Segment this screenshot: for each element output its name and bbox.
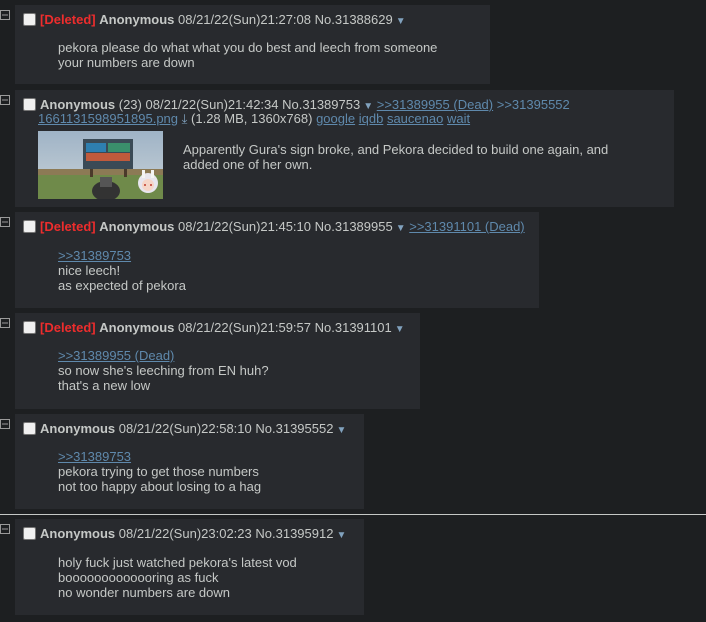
message-line: Apparently Gura's sign broke, and Pekora… [183, 142, 609, 157]
post: [Deleted] Anonymous 08/21/22(Sun)21:59:5… [15, 313, 420, 410]
chevron-down-icon[interactable]: ▼ [336, 425, 346, 436]
hide-post-icon[interactable] [0, 419, 10, 429]
hide-post-icon[interactable] [0, 524, 10, 534]
post-message: >>31389753 pekora trying to get those nu… [58, 449, 261, 494]
post-checkbox[interactable] [23, 98, 36, 111]
post-checkbox[interactable] [23, 527, 36, 540]
message-line: your numbers are down [58, 55, 195, 70]
post: Anonymous (23) 08/21/22(Sun)21:42:34 No.… [15, 90, 674, 208]
quote-link[interactable]: >>31389955 (Dead) [58, 348, 269, 363]
post-info: [Deleted] Anonymous 08/21/22(Sun)21:27:0… [23, 12, 406, 28]
post-number[interactable]: No.31395912 [255, 526, 333, 541]
quote-link[interactable]: >>31389753 [58, 248, 186, 263]
poster-id: (23) [118, 97, 142, 112]
message-line: as expected of pekora [58, 278, 186, 293]
post-checkbox[interactable] [23, 220, 36, 233]
hide-post-icon[interactable] [0, 10, 10, 20]
message-line: pekora please do what what you do best a… [58, 40, 438, 55]
hide-post-icon[interactable] [0, 318, 10, 328]
deleted-label: [Deleted] [40, 219, 96, 234]
hide-post-icon[interactable] [0, 95, 10, 105]
poster-name: Anonymous [40, 526, 116, 541]
post-message: holy fuck just watched pekora's latest v… [58, 555, 297, 600]
post-datetime: 08/21/22(Sun)21:59:57 [178, 320, 311, 335]
google-link[interactable]: google [316, 111, 355, 126]
poster-name: Anonymous [99, 219, 175, 234]
post-number[interactable]: No.31389955 [315, 219, 393, 234]
message-line: so now she's leeching from EN huh? [58, 363, 269, 378]
post-message: >>31389753 nice leech! as expected of pe… [58, 248, 186, 293]
message-line: not too happy about losing to a hag [58, 479, 262, 494]
post-message: >>31389955 (Dead) so now she's leeching … [58, 348, 269, 393]
chevron-down-icon[interactable]: ▼ [396, 16, 406, 27]
post-checkbox[interactable] [23, 13, 36, 26]
poster-name: Anonymous [40, 421, 116, 436]
post: [Deleted] Anonymous 08/21/22(Sun)21:45:1… [15, 212, 539, 309]
chevron-down-icon[interactable]: ▼ [336, 530, 346, 541]
post-datetime: 08/21/22(Sun)22:58:10 [118, 421, 252, 436]
post-info: Anonymous 08/21/22(Sun)22:58:10 No.31395… [23, 421, 346, 437]
post-datetime: 08/21/22(Sun)21:42:34 [145, 97, 279, 112]
post: Anonymous 08/21/22(Sun)23:02:23 No.31395… [15, 519, 364, 616]
post: [Deleted] Anonymous 08/21/22(Sun)21:27:0… [15, 5, 490, 85]
poster-name: Anonymous [99, 320, 175, 335]
post-datetime: 08/21/22(Sun)23:02:23 [118, 526, 252, 541]
chevron-down-icon[interactable]: ▼ [395, 324, 405, 335]
poster-name: Anonymous [40, 97, 116, 112]
poster-name: Anonymous [99, 12, 175, 27]
post-number[interactable]: No.31388629 [315, 12, 393, 27]
file-meta: (1.28 MB, 1360x768) [191, 111, 313, 126]
post-message: Apparently Gura's sign broke, and Pekora… [183, 142, 608, 172]
thumbnail-image[interactable] [38, 131, 163, 199]
saucenao-link[interactable]: saucenao [387, 111, 443, 126]
post-number[interactable]: No.31389753 [282, 97, 360, 112]
deleted-label: [Deleted] [40, 12, 96, 27]
message-line: pekora trying to get those numbers [58, 464, 259, 479]
message-line: that's a new low [58, 378, 151, 393]
post-info: [Deleted] Anonymous 08/21/22(Sun)21:45:1… [23, 219, 525, 235]
download-icon[interactable]: ⤓ [182, 111, 188, 126]
file-name[interactable]: 1661131598951895.png [38, 111, 178, 126]
post-info: Anonymous 08/21/22(Sun)23:02:23 No.31395… [23, 526, 346, 542]
post-number[interactable]: No.31391101 [315, 320, 392, 335]
hide-post-icon[interactable] [0, 217, 10, 227]
divider [0, 514, 706, 515]
message-line: booooooooooooring as fuck [58, 570, 219, 585]
backlink[interactable]: >>31389955 (Dead) [377, 97, 493, 112]
quote-link[interactable]: >>31389753 [58, 449, 261, 464]
chevron-down-icon[interactable]: ▼ [396, 223, 406, 234]
message-line: added one of her own. [183, 157, 313, 172]
post: Anonymous 08/21/22(Sun)22:58:10 No.31395… [15, 414, 364, 510]
message-line: nice leech! [58, 263, 121, 278]
post-checkbox[interactable] [23, 321, 36, 334]
post-datetime: 08/21/22(Sun)21:45:10 [178, 219, 311, 234]
post-number[interactable]: No.31395552 [255, 421, 333, 436]
post-info: [Deleted] Anonymous 08/21/22(Sun)21:59:5… [23, 320, 405, 336]
iqdb-link[interactable]: iqdb [359, 111, 384, 126]
post-datetime: 08/21/22(Sun)21:27:08 [178, 12, 311, 27]
deleted-label: [Deleted] [40, 320, 96, 335]
file-info: 1661131598951895.png ⤓ (1.28 MB, 1360x76… [38, 111, 470, 127]
message-line: holy fuck just watched pekora's latest v… [58, 555, 297, 570]
post-message: pekora please do what what you do best a… [58, 40, 437, 70]
backlink[interactable]: >>31395552 [497, 97, 570, 112]
message-line: no wonder numbers are down [58, 585, 230, 600]
post-checkbox[interactable] [23, 422, 36, 435]
wait-link[interactable]: wait [447, 111, 470, 126]
backlink[interactable]: >>31391101 (Dead) [409, 219, 524, 234]
